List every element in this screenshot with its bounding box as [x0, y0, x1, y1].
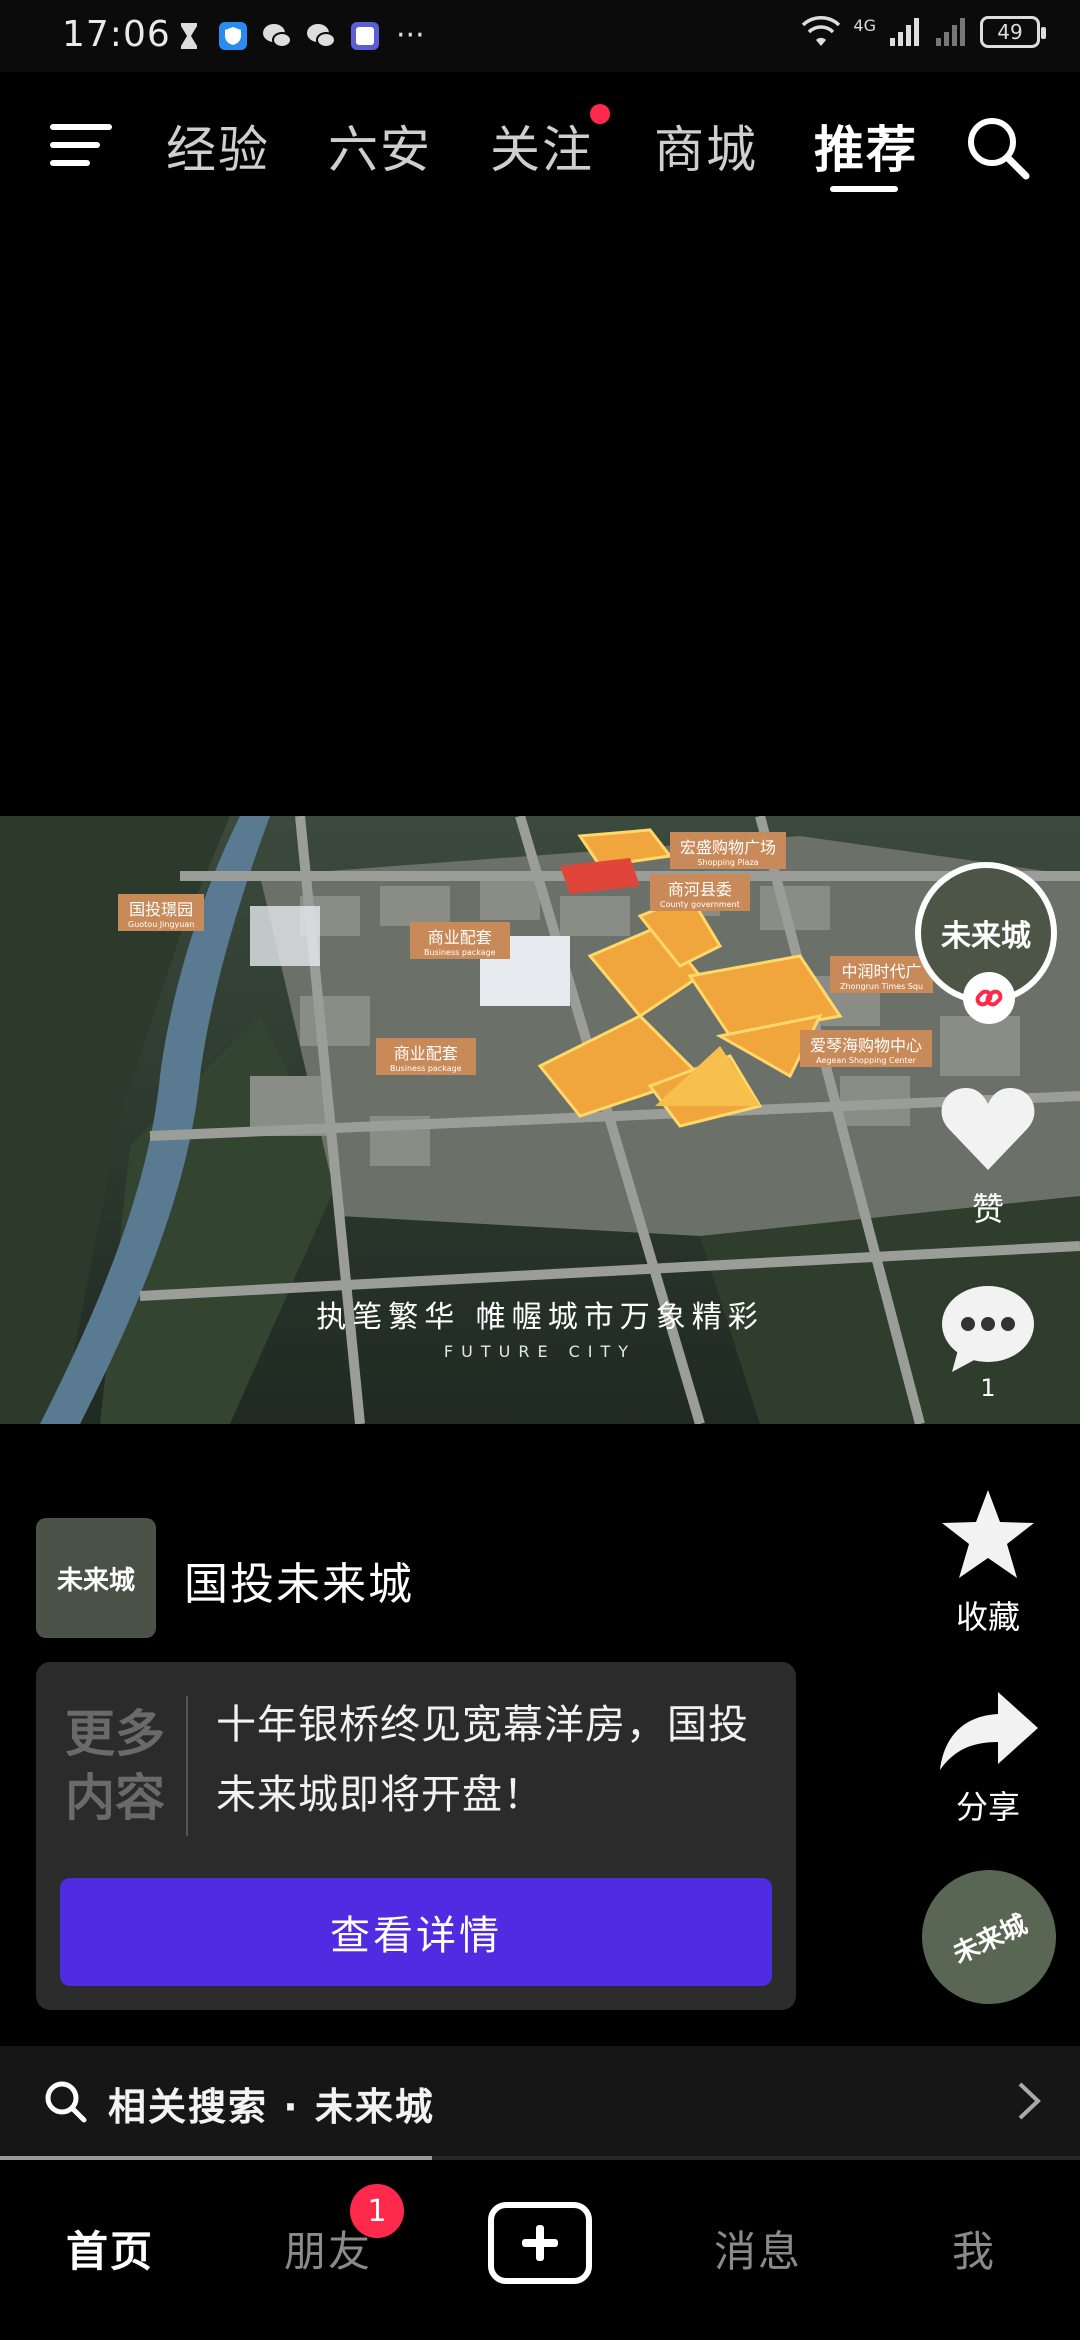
like-button[interactable]: 赞	[928, 1082, 1048, 1230]
like-label: 赞	[971, 1190, 1004, 1228]
promo-divider	[186, 1696, 188, 1836]
link-icon	[975, 989, 1003, 1007]
map-label-cn: 爱琴海购物中心	[810, 1036, 923, 1055]
hourglass-icon	[181, 22, 197, 49]
map-label-en: Business package	[424, 948, 496, 957]
tab-recommend[interactable]: 推荐	[814, 110, 918, 182]
battery-level: 49	[997, 20, 1023, 44]
wifi-icon	[802, 16, 841, 46]
collect-label: 收藏	[955, 1598, 1020, 1636]
map-label-cn: 中润时代广	[841, 962, 922, 981]
wechat-icon-2	[307, 23, 336, 48]
map-label: 宏盛购物广场 Shopping Plaza	[670, 832, 787, 869]
creator-avatar-text: 未来城	[941, 919, 1031, 954]
comment-icon	[942, 1286, 1034, 1372]
status-bar: 17:06 ··· 4G 49	[0, 0, 1080, 72]
signal-2-icon	[936, 18, 965, 46]
tab-experience[interactable]: 经验	[166, 110, 270, 182]
video-overlay-subtitle: FUTURE CITY	[443, 1342, 637, 1361]
wechat-icon	[263, 23, 292, 48]
map-label-en: Aegean Shopping Center	[816, 1056, 916, 1065]
friends-badge: 1	[350, 2184, 404, 2238]
bottom-nav: 首页 朋友 1 消息 我	[0, 2166, 1080, 2340]
create-post-button[interactable]	[488, 2202, 592, 2284]
more-content-label: 更多内容	[65, 1705, 165, 1827]
promo-card[interactable]: 更多内容 十年银桥终见宽幕洋房，国投未来城即将开盘！ 查看详情	[36, 1662, 796, 2010]
share-label: 分享	[955, 1788, 1020, 1826]
related-search-bar[interactable]: 相关搜索 · 未来城	[0, 2046, 1080, 2156]
map-label: 商河县委 County government	[650, 874, 750, 911]
active-tab-indicator	[830, 186, 898, 192]
following-unread-dot	[590, 104, 610, 124]
follow-link-button[interactable]	[963, 972, 1015, 1024]
nav-home[interactable]: 首页	[66, 2218, 154, 2279]
map-label-cn: 国投璟园	[129, 900, 194, 919]
map-label-en: County government	[660, 900, 740, 909]
video-progress-bar[interactable]	[0, 2156, 1080, 2160]
map-label-cn: 商河县委	[667, 880, 732, 899]
status-right: 4G 49	[801, 15, 1046, 48]
map-label-en: Business package	[390, 1064, 462, 1073]
share-button[interactable]: 分享	[928, 1688, 1048, 1828]
music-disc-text: 未来城	[948, 1909, 1032, 1970]
tab-mall[interactable]: 商城	[654, 110, 758, 182]
signal-icon	[890, 18, 919, 46]
map-label: 商业配套 Business package	[410, 922, 510, 959]
tab-following[interactable]: 关注	[490, 110, 594, 182]
nav-messages[interactable]: 消息	[714, 2218, 802, 2279]
search-icon	[45, 2081, 87, 2123]
share-arrow-icon	[940, 1692, 1038, 1770]
map-label-cn: 商业配套	[393, 1044, 458, 1063]
map-label-cn: 宏盛购物广场	[680, 838, 777, 857]
map-label: 中润时代广 Zhongrun Times Squ	[830, 956, 934, 993]
chevron-right-icon	[1018, 2082, 1041, 2120]
map-label-en: Zhongrun Times Squ	[840, 982, 924, 991]
map-label: 国投璟园 Guotou Jingyuan	[118, 894, 205, 931]
status-time: 17:06	[62, 14, 171, 55]
video-progress-fill	[0, 2156, 432, 2160]
more-notifications-icon: ···	[396, 18, 425, 53]
comment-button[interactable]: 1	[928, 1282, 1048, 1402]
promo-text: 十年银桥终见宽幕洋房，国投未来城即将开盘！	[216, 1702, 749, 1818]
top-nav: 经验 六安 关注 商城 推荐	[0, 100, 1080, 210]
collect-button[interactable]: 收藏	[928, 1486, 1048, 1638]
tieba-icon	[351, 21, 379, 50]
music-disc[interactable]: 未来城	[899, 1847, 1079, 2027]
map-label-en: Shopping Plaza	[697, 858, 759, 867]
view-details-button[interactable]: 查看详情	[60, 1878, 772, 1986]
search-icon[interactable]	[964, 114, 1032, 182]
nav-me[interactable]: 我	[952, 2218, 996, 2279]
video-player[interactable]: 国投璟园 Guotou Jingyuan 商业配套 Business package…	[0, 816, 1080, 1424]
plus-icon	[522, 2225, 558, 2261]
video-overlay-title: 执笔繁华 帷幄城市万象精彩	[316, 1300, 764, 1335]
comment-count: 1	[980, 1374, 996, 1402]
shield-icon	[219, 21, 247, 50]
notification-icons: ···	[172, 18, 425, 53]
heart-icon	[941, 1088, 1035, 1170]
battery-icon: 49	[980, 16, 1046, 48]
account-avatar[interactable]: 未来城	[36, 1518, 156, 1638]
network-type: 4G	[853, 15, 876, 35]
menu-icon[interactable]	[50, 120, 112, 170]
tab-luan[interactable]: 六安	[328, 110, 432, 182]
related-search-text: 相关搜索 · 未来城	[108, 2085, 435, 2129]
star-icon	[942, 1490, 1034, 1578]
account-name[interactable]: 国投未来城	[184, 1548, 414, 1612]
map-label-cn: 商业配套	[427, 928, 492, 947]
map-label: 爱琴海购物中心 Aegean Shopping Center	[800, 1030, 933, 1067]
map-label: 商业配套 Business package	[376, 1038, 476, 1075]
account-avatar-text: 未来城	[56, 1565, 135, 1596]
map-label-en: Guotou Jingyuan	[128, 920, 195, 929]
